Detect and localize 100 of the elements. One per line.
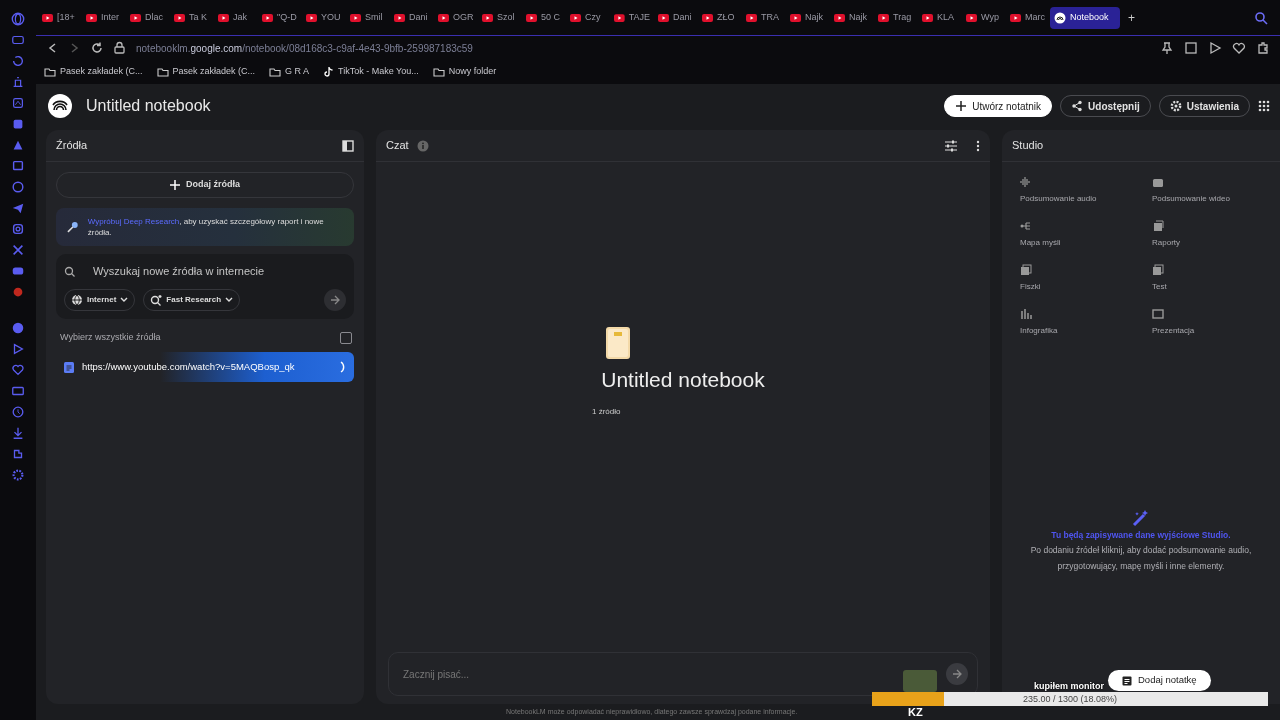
arrow-right-icon bbox=[952, 669, 962, 679]
snapshot-icon[interactable] bbox=[1184, 41, 1198, 55]
music-icon[interactable] bbox=[11, 321, 25, 335]
video-logo-icon bbox=[746, 13, 757, 22]
browser-tab[interactable]: [18+ bbox=[38, 6, 82, 29]
x-icon[interactable] bbox=[11, 243, 25, 257]
browser-tab[interactable]: Jak bbox=[214, 6, 258, 29]
magnifier-icon bbox=[66, 221, 78, 234]
search-icon bbox=[64, 266, 75, 278]
play-icon[interactable] bbox=[1208, 41, 1222, 55]
video-logo-icon bbox=[790, 13, 801, 22]
browser-tab[interactable]: TAJE bbox=[610, 6, 654, 29]
promo-text: Wypróbuj Deep Research, aby uzyskać szczegółowy raport i nowe źródła. bbox=[87, 216, 325, 239]
browser-tab[interactable]: Marc bbox=[1006, 6, 1050, 29]
apps-grid-icon[interactable] bbox=[1258, 100, 1270, 112]
browser-tab[interactable]: Najk bbox=[786, 6, 830, 29]
address-bar-url[interactable]: notebooklm.google.com/notebook/08d168c3-c9af-4e43-9bfb-259987183c59 bbox=[136, 40, 473, 56]
bookmark[interactable]: Nowy folder bbox=[432, 65, 497, 79]
quiz-icon bbox=[1152, 264, 1164, 276]
video-logo-icon bbox=[394, 13, 405, 22]
video-logo-icon bbox=[834, 13, 845, 22]
browser-tab[interactable]: TRA bbox=[742, 6, 786, 29]
refresh-icon[interactable] bbox=[11, 54, 25, 68]
chat-input-field[interactable]: Zacznij pisać... bbox=[388, 652, 978, 696]
browser-tab[interactable]: YOU bbox=[302, 6, 346, 29]
web-search-field[interactable]: Wyszukaj nowe źródła w internecie bbox=[91, 262, 331, 281]
bookmark[interactable]: TikTok - Make You... bbox=[323, 65, 419, 79]
video-logo-icon bbox=[570, 13, 581, 22]
video-logo-icon bbox=[966, 13, 977, 22]
screen-icon[interactable] bbox=[11, 159, 25, 173]
browser-tab[interactable]: Najk bbox=[830, 6, 874, 29]
sparkle-search-icon bbox=[150, 293, 163, 306]
square-icon[interactable] bbox=[11, 117, 25, 131]
settings-icon[interactable] bbox=[11, 468, 25, 482]
download-icon[interactable] bbox=[11, 426, 25, 440]
source-count: 1 źródło bbox=[592, 405, 621, 418]
browser-tab[interactable]: Dlac bbox=[126, 6, 170, 29]
header-action-button[interactable]: Utwórz notatnik bbox=[944, 95, 1053, 117]
browser-tab[interactable]: Dani bbox=[654, 6, 698, 29]
browser-logo-icon[interactable] bbox=[11, 12, 25, 26]
image-icon[interactable] bbox=[11, 96, 25, 110]
video-logo-icon bbox=[922, 13, 933, 22]
search-icon[interactable] bbox=[1254, 10, 1268, 25]
puzzle-icon[interactable] bbox=[11, 447, 25, 461]
video-logo-icon bbox=[262, 13, 273, 22]
bookmark[interactable]: Pasek zakładek (C... bbox=[44, 65, 143, 79]
reload-icon[interactable] bbox=[90, 41, 103, 55]
caret-icon bbox=[120, 296, 129, 304]
video-logo-icon bbox=[218, 13, 229, 22]
puzzle-icon[interactable] bbox=[1256, 41, 1270, 55]
add-note-button[interactable]: Dodaj notatkę bbox=[1108, 670, 1211, 691]
video-logo-icon bbox=[614, 13, 625, 22]
browser-tab[interactable]: Notebook bbox=[1050, 6, 1120, 29]
new-tab-button[interactable]: + bbox=[1124, 8, 1139, 27]
browser-tab[interactable]: KLA bbox=[918, 6, 962, 29]
note-icon bbox=[1122, 675, 1132, 686]
video-logo-icon bbox=[438, 13, 449, 22]
send-icon[interactable] bbox=[11, 201, 25, 215]
bookmark[interactable]: G R A bbox=[269, 65, 310, 79]
video-logo-icon bbox=[482, 13, 493, 22]
browser-tab[interactable]: ZŁO bbox=[698, 6, 742, 29]
wallet-icon[interactable] bbox=[11, 384, 25, 398]
video-logo-icon bbox=[174, 13, 185, 22]
send-button[interactable] bbox=[946, 663, 968, 685]
browser-tab[interactable]: Dani bbox=[390, 6, 434, 29]
browser-tab[interactable]: Inter bbox=[82, 6, 126, 29]
camera-icon[interactable] bbox=[11, 222, 25, 236]
overlay-tag: KZ bbox=[908, 704, 923, 720]
select-all-checkbox[interactable] bbox=[340, 331, 352, 344]
browser-tab[interactable]: Ta K bbox=[170, 6, 214, 29]
folder-icon bbox=[156, 66, 169, 78]
globe-icon bbox=[71, 293, 83, 306]
more-icon[interactable] bbox=[976, 139, 980, 152]
dot-icon[interactable] bbox=[11, 285, 25, 299]
magic-wand-icon bbox=[1132, 508, 1150, 527]
panel-toggle-icon[interactable] bbox=[342, 139, 354, 152]
tune-icon[interactable] bbox=[944, 138, 958, 153]
browser-tab[interactable]: Szol bbox=[478, 6, 522, 29]
history-icon[interactable] bbox=[11, 405, 25, 419]
media-icon[interactable] bbox=[11, 33, 25, 47]
browser-tab[interactable]: Trag bbox=[874, 6, 918, 29]
video-camera-icon bbox=[1152, 176, 1164, 188]
browser-tab[interactable]: OGR bbox=[434, 6, 478, 29]
browser-tab[interactable]: Wyp bbox=[962, 6, 1006, 29]
browser-tab[interactable]: "Q-D bbox=[258, 6, 302, 29]
browser-tab[interactable]: 50 C bbox=[522, 6, 566, 29]
notebook-logo-icon[interactable] bbox=[48, 94, 72, 118]
browser-tab[interactable]: Czy bbox=[566, 6, 610, 29]
arrow-right-icon bbox=[330, 294, 340, 305]
bookmark[interactable]: Pasek zakładek (C... bbox=[156, 65, 256, 79]
pin-icon[interactable] bbox=[1160, 41, 1174, 55]
notebook-title: Untitled notebook bbox=[86, 96, 211, 116]
browser-tab[interactable]: Smil bbox=[346, 6, 390, 29]
info-icon[interactable] bbox=[416, 139, 429, 152]
studio-empty-text: Po dodaniu źródeł kliknij, aby dodać podsumowanie audio, przygotowujący, mapę myśli i inne elementy. bbox=[1029, 543, 1253, 573]
chat-bubble-icon[interactable] bbox=[11, 180, 25, 194]
panel-title: Czat bbox=[386, 138, 409, 154]
submit-button[interactable] bbox=[324, 288, 346, 311]
heart-icon[interactable] bbox=[1232, 41, 1246, 55]
back-icon[interactable] bbox=[46, 41, 58, 55]
